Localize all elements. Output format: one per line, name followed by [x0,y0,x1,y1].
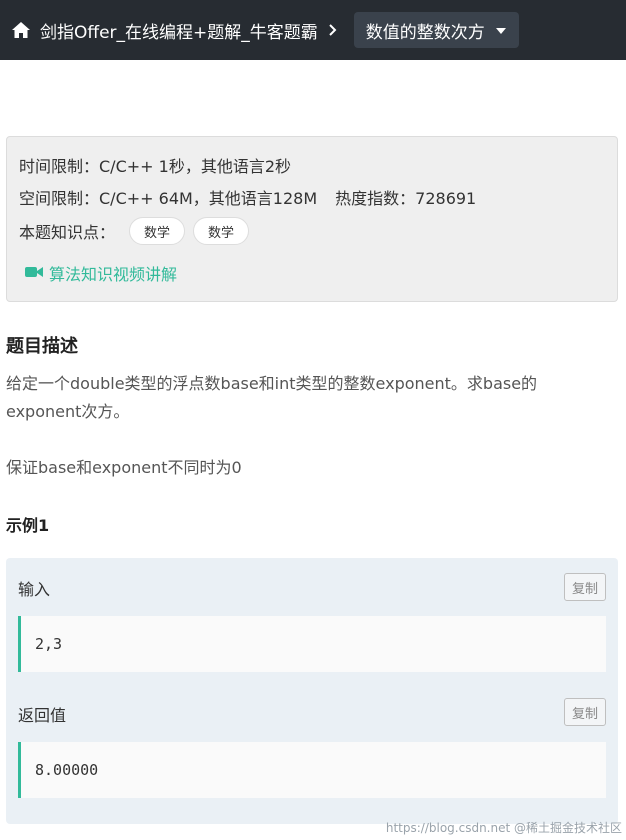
output-label: 返回值 [18,706,67,725]
breadcrumb-link[interactable]: 剑指Offer_在线编程+题解_牛客题霸 [40,18,318,43]
copy-output-button[interactable]: 复制 [564,698,606,726]
output-value: 8.00000 [18,742,606,798]
input-label: 输入 [18,580,51,599]
video-camera-icon [25,264,43,283]
knowledge-points: 本题知识点： 数学 数学 [19,217,250,245]
tag-math[interactable]: 数学 [129,217,186,245]
copy-input-button[interactable]: 复制 [564,573,606,601]
top-nav-bar: 剑指Offer_在线编程+题解_牛客题霸 数值的整数次方 [0,0,626,60]
watermark: https://blog.csdn.net @稀土掘金技术社区 [385,821,622,835]
description-note: 保证base和exponent不同时为0 [6,458,242,477]
caret-down-icon [495,20,507,40]
video-explanation-link[interactable]: 算法知识视频讲解 [25,261,177,285]
description-text: 给定一个double类型的浮点数base和int类型的整数exponent。求b… [6,374,538,421]
space-limit-line: 空间限制：C/C++ 64M，其他语言128M 热度指数：728691 [19,185,476,209]
chevron-right-icon [328,23,342,37]
video-link-label: 算法知识视频讲解 [49,265,178,284]
time-limit: 时间限制：C/C++ 1秒，其他语言2秒 [19,157,291,176]
tag-math[interactable]: 数学 [193,217,250,245]
heat-index: 热度指数：728691 [335,189,477,208]
current-problem-dropdown[interactable]: 数值的整数次方 [353,12,519,48]
knowledge-label: 本题知识点： [19,223,116,242]
input-value: 2,3 [18,616,606,672]
example-title: 示例1 [6,516,50,535]
space-limit: 空间限制：C/C++ 64M，其他语言128M [19,189,318,208]
home-icon[interactable] [10,19,32,41]
current-problem-title: 数值的整数次方 [365,22,485,43]
problem-info-panel: 时间限制：C/C++ 1秒，其他语言2秒 空间限制：C/C++ 64M，其他语言… [6,136,618,302]
example-panel: 输入 复制 2,3 返回值 复制 8.00000 [6,558,618,824]
description-title: 题目描述 [6,336,78,357]
